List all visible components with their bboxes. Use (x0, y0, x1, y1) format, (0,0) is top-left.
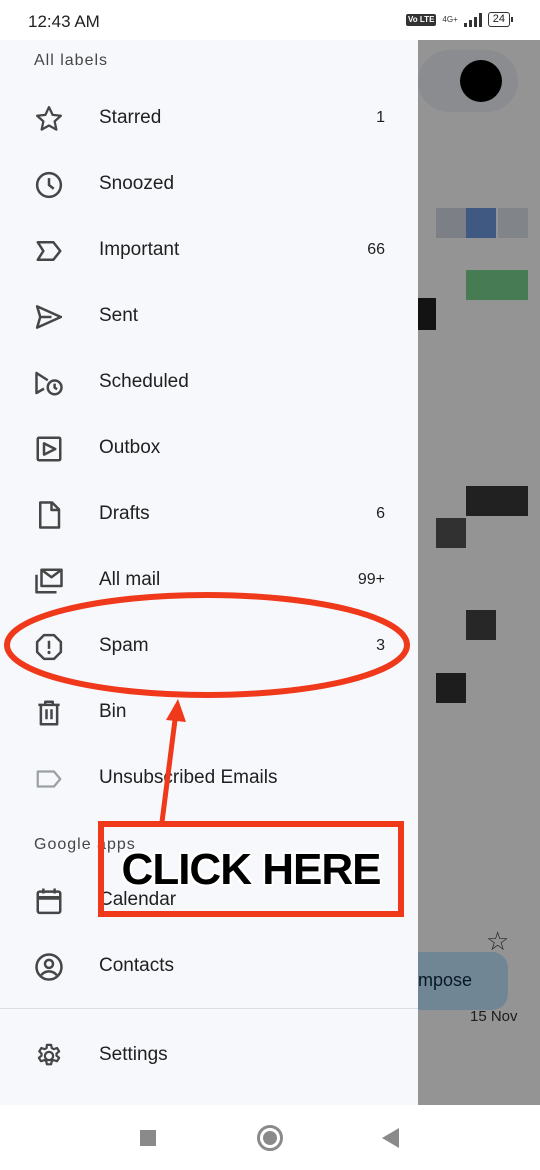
gear-icon (34, 1041, 64, 1071)
label-item-unsubscribed-emails[interactable]: Unsubscribed Emails (0, 745, 418, 811)
label-item-spam[interactable]: Spam 3 (0, 613, 418, 679)
label-text: Scheduled (99, 371, 189, 392)
all-mail-icon (34, 566, 64, 596)
google-apps-heading: Google apps (34, 836, 136, 853)
label-text: Outbox (99, 437, 161, 458)
all-labels-heading: All labels (34, 52, 109, 69)
label-item-bin[interactable]: Bin (0, 679, 418, 745)
volte-badge: Vo LTE (406, 13, 437, 26)
label-count: 3 (376, 637, 385, 654)
app-item-calendar[interactable]: Calendar (0, 867, 418, 933)
drawer-divider (0, 1008, 418, 1009)
network-type: 4G+ (442, 14, 458, 24)
label-text: Starred (99, 107, 162, 128)
label-item-drafts[interactable]: Drafts 6 (0, 481, 418, 547)
label-count: 1 (376, 109, 385, 126)
calendar-icon (34, 886, 64, 916)
label-text: Drafts (99, 503, 150, 524)
star-icon (34, 104, 64, 134)
back-button[interactable] (382, 1128, 399, 1148)
label-item-important[interactable]: Important 66 (0, 217, 418, 283)
important-icon (34, 236, 64, 266)
outbox-icon (34, 434, 64, 464)
status-time: 12:43 AM (28, 12, 100, 31)
scheduled-send-icon (34, 368, 64, 398)
settings-label: Settings (99, 1044, 168, 1065)
label-icon (34, 764, 64, 794)
label-text: Unsubscribed Emails (99, 767, 278, 788)
app-label: Calendar (99, 889, 177, 910)
label-count: 66 (367, 241, 385, 258)
contacts-icon (34, 952, 64, 982)
navigation-drawer: All labels Starred 1 Snoozed Important 6… (0, 40, 418, 1105)
label-text: Snoozed (99, 173, 175, 194)
label-count: 6 (376, 505, 385, 522)
label-text: Sent (99, 305, 139, 326)
send-icon (34, 302, 64, 332)
label-item-sent[interactable]: Sent (0, 283, 418, 349)
system-nav-bar (0, 1105, 540, 1170)
label-text: All mail (99, 569, 161, 590)
signal-icon (463, 12, 482, 27)
label-item-scheduled[interactable]: Scheduled (0, 349, 418, 415)
spam-icon (34, 632, 64, 662)
settings-item[interactable]: Settings (0, 1022, 418, 1088)
app-item-contacts[interactable]: Contacts (0, 933, 418, 999)
status-icons: Vo LTE 4G+ 24 (406, 12, 514, 27)
label-item-all-mail[interactable]: All mail 99+ (0, 547, 418, 613)
label-item-snoozed[interactable]: Snoozed (0, 151, 418, 217)
status-bar: 12:43 AM Vo LTE 4G+ 24 (0, 0, 540, 40)
clock-icon (34, 170, 64, 200)
battery-icon: 24 (487, 12, 514, 27)
home-button[interactable] (257, 1125, 283, 1151)
label-item-outbox[interactable]: Outbox (0, 415, 418, 481)
trash-icon (34, 698, 64, 728)
label-text: Spam (99, 635, 149, 656)
label-text: Bin (99, 701, 127, 722)
draft-icon (34, 500, 64, 530)
recents-button[interactable] (140, 1130, 156, 1146)
label-text: Important (99, 239, 180, 260)
label-item-starred[interactable]: Starred 1 (0, 85, 418, 151)
label-count: 99+ (357, 571, 385, 588)
app-label: Contacts (99, 955, 174, 976)
